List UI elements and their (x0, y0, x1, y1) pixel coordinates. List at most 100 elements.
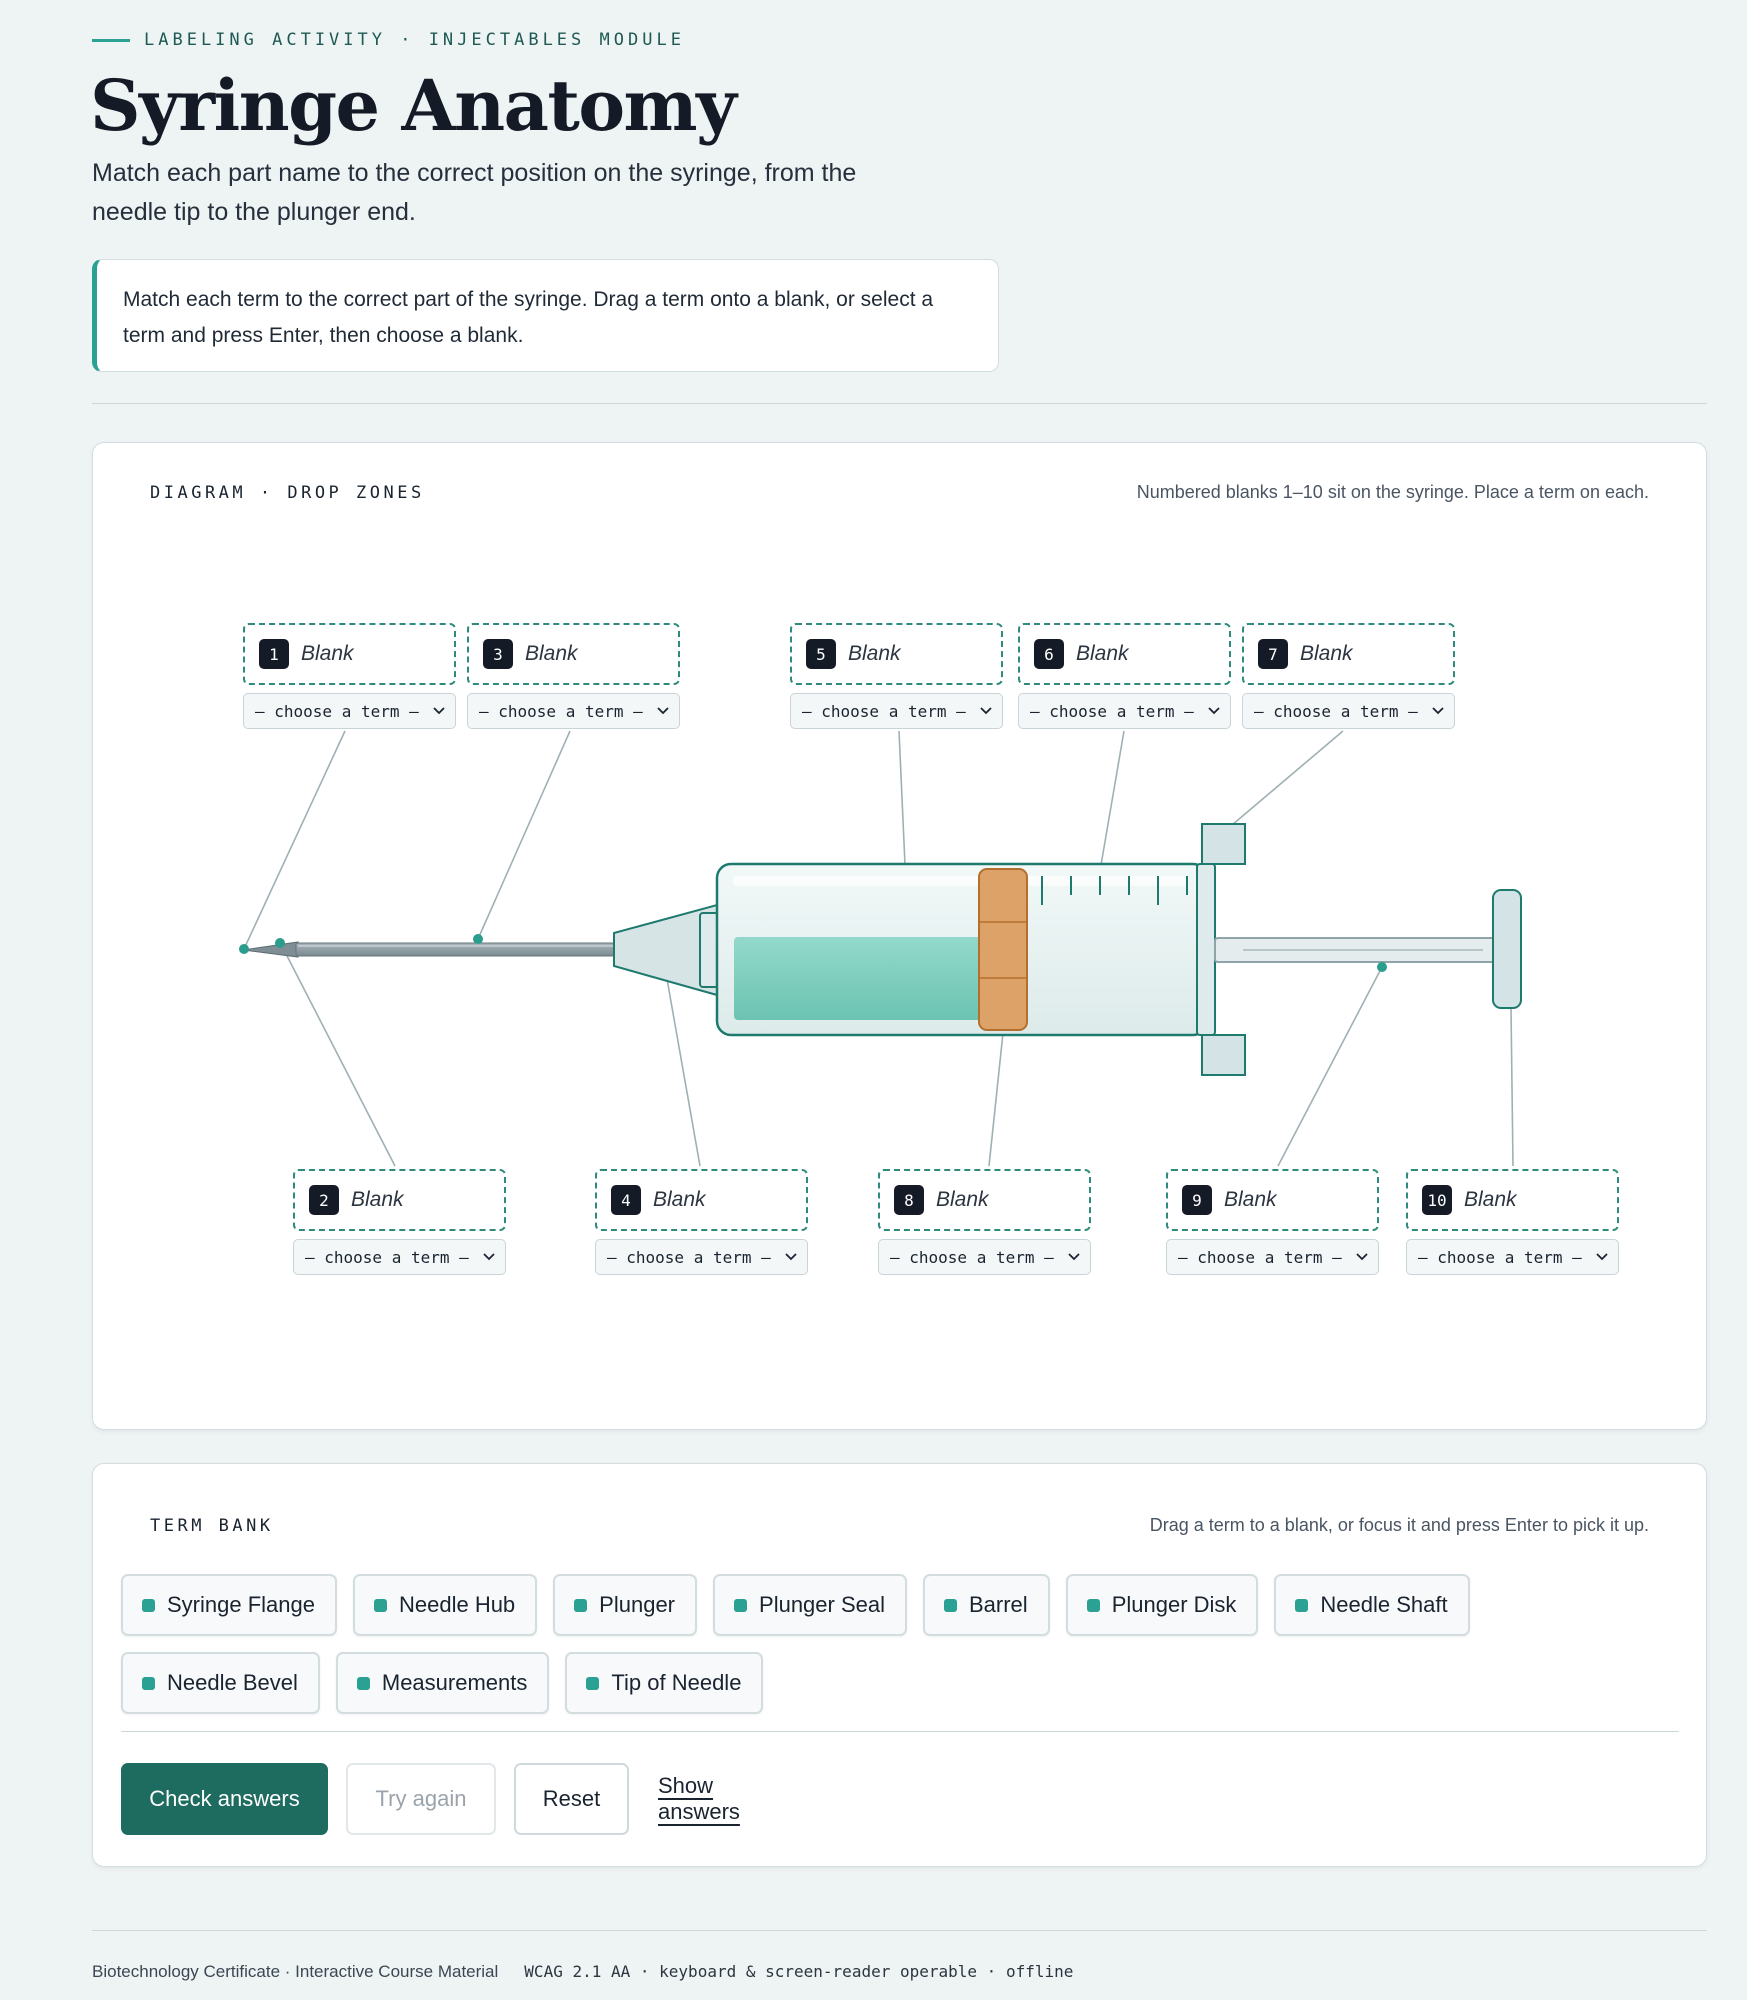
blank-10-select[interactable]: – choose a term – (1406, 1239, 1619, 1275)
show-answers-link[interactable]: Show answers (658, 1763, 798, 1835)
blank-8-select[interactable]: – choose a term – (878, 1239, 1091, 1275)
footer: Biotechnology Certificate · Interactive … (92, 1962, 1073, 1982)
blank-number-badge: 4 (611, 1185, 641, 1215)
blank-5-select[interactable]: – choose a term – (790, 693, 1003, 729)
term-chip[interactable]: Plunger Seal (713, 1574, 907, 1636)
select-value: – choose a term – (479, 701, 643, 721)
drag-dot-icon (1086, 1598, 1100, 1612)
chevron-down-icon (657, 707, 669, 715)
blank-4-select[interactable]: – choose a term – (595, 1239, 808, 1275)
term-chip[interactable]: Needle Hub (352, 1574, 538, 1636)
term-chip[interactable]: Measurements (335, 1652, 550, 1714)
select-value: – choose a term – (607, 1247, 771, 1267)
select-value: – choose a term – (255, 701, 419, 721)
drop-zone-3[interactable]: 3 Blank (467, 623, 680, 685)
barrel-tip (699, 912, 719, 988)
syringe-flange-bottom (1201, 1034, 1246, 1076)
term-label: Barrel (969, 1592, 1028, 1617)
term-bank-divider (121, 1731, 1679, 1732)
select-value: – choose a term – (1254, 701, 1418, 721)
drop-zone-9[interactable]: 9 Blank (1166, 1169, 1379, 1231)
select-value: – choose a term – (890, 1247, 1054, 1267)
term-bank-card: TERM BANK Drag a term to a blank, or foc… (92, 1463, 1707, 1867)
chevron-down-icon (1068, 1253, 1080, 1261)
drag-dot-icon (356, 1676, 370, 1690)
page-title: Syringe Anatomy (90, 64, 737, 147)
blank-2-select[interactable]: – choose a term – (293, 1239, 506, 1275)
drop-zone-8[interactable]: 8 Blank (878, 1169, 1091, 1231)
drop-zone-2[interactable]: 2 Blank (293, 1169, 506, 1231)
leader-8 (988, 1032, 1004, 1167)
check-answers-button[interactable]: Check answers (121, 1763, 328, 1835)
drag-dot-icon (1295, 1598, 1309, 1612)
drop-zone-5[interactable]: 5 Blank (790, 623, 1003, 685)
blank-label: Blank (301, 642, 354, 665)
blank-number-badge: 10 (1422, 1185, 1452, 1215)
term-label: Tip of Needle (611, 1670, 742, 1695)
term-chip[interactable]: Plunger Disk (1065, 1574, 1259, 1636)
blank-number-badge: 7 (1258, 639, 1288, 669)
blank-6-select[interactable]: – choose a term – (1018, 693, 1231, 729)
drop-zone-10[interactable]: 10 Blank (1406, 1169, 1619, 1231)
blank-number-badge: 8 (894, 1185, 924, 1215)
barrel-rim (1196, 863, 1216, 1036)
term-chip[interactable]: Barrel (923, 1574, 1050, 1636)
term-label: Plunger Seal (759, 1592, 885, 1617)
term-chip[interactable]: Plunger (553, 1574, 698, 1636)
blank-number-badge: 6 (1034, 639, 1064, 669)
divider (92, 403, 1707, 404)
blank-number-badge: 3 (483, 639, 513, 669)
select-value: – choose a term – (1030, 701, 1194, 721)
blank-number-badge: 2 (309, 1185, 339, 1215)
term-bank-heading: TERM BANK (150, 1516, 274, 1536)
blank-label: Blank (1224, 1188, 1277, 1211)
term-label: Plunger Disk (1111, 1592, 1237, 1617)
blank-9-select[interactable]: – choose a term – (1166, 1239, 1379, 1275)
term-chip[interactable]: Syringe Flange (121, 1574, 337, 1636)
chevron-down-icon (1208, 707, 1220, 715)
instructions-callout: Match each term to the correct part of t… (92, 259, 999, 372)
plunger-disk (1492, 889, 1522, 1009)
drop-zone-1[interactable]: 1 Blank (243, 623, 456, 685)
blank-7-select[interactable]: – choose a term – (1242, 693, 1455, 729)
term-label: Needle Shaft (1320, 1592, 1448, 1617)
term-chip[interactable]: Tip of Needle (565, 1652, 764, 1714)
drag-dot-icon (373, 1598, 387, 1612)
drag-dot-icon (944, 1598, 957, 1612)
blank-label: Blank (848, 642, 901, 665)
activity-kicker: LABELING ACTIVITY · INJECTABLES MODULE (92, 30, 685, 50)
blank-3-select[interactable]: – choose a term – (467, 693, 680, 729)
blank-number-badge: 9 (1182, 1185, 1212, 1215)
leader-1 (243, 730, 346, 950)
blank-label: Blank (1300, 642, 1353, 665)
leader-2 (284, 951, 396, 1167)
blank-label: Blank (1464, 1188, 1517, 1211)
term-label: Needle Bevel (167, 1670, 298, 1695)
blank-label: Blank (936, 1188, 989, 1211)
select-value: – choose a term – (305, 1247, 469, 1267)
leader-3 (477, 730, 571, 940)
leader-10 (1510, 1007, 1514, 1167)
chevron-down-icon (1596, 1253, 1608, 1261)
term-chip[interactable]: Needle Bevel (121, 1652, 320, 1714)
drop-zone-4[interactable]: 4 Blank (595, 1169, 808, 1231)
drag-dot-icon (142, 1598, 155, 1612)
chevron-down-icon (433, 707, 445, 715)
needle-bevel (242, 941, 299, 958)
term-chip[interactable]: Needle Shaft (1274, 1574, 1470, 1636)
reset-button[interactable]: Reset (514, 1763, 629, 1835)
drag-dot-icon (586, 1676, 600, 1690)
term-chip-list: Syringe Flange Needle Hub Plunger Plunge… (121, 1574, 1681, 1714)
term-label: Measurements (381, 1670, 528, 1695)
drag-dot-icon (142, 1676, 155, 1690)
leader-6 (1100, 730, 1125, 866)
select-value: – choose a term – (1418, 1247, 1582, 1267)
chevron-down-icon (1432, 707, 1444, 715)
blank-label: Blank (525, 642, 578, 665)
drop-zone-7[interactable]: 7 Blank (1242, 623, 1455, 685)
liquid (734, 937, 998, 1020)
try-again-button[interactable]: Try again (346, 1763, 496, 1835)
drop-zone-6[interactable]: 6 Blank (1018, 623, 1231, 685)
blank-1-select[interactable]: – choose a term – (243, 693, 456, 729)
term-bank-hint: Drag a term to a blank, or focus it and … (1149, 1515, 1649, 1535)
